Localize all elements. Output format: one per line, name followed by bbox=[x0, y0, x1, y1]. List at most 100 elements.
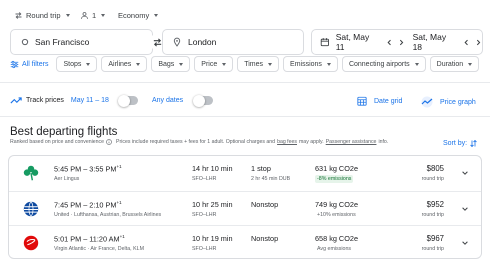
filter-icon bbox=[10, 60, 19, 68]
flight-stops: 1 stop bbox=[251, 164, 271, 173]
bag-fees-link[interactable]: bag fees bbox=[277, 139, 297, 145]
flight-price: $952 bbox=[426, 199, 444, 209]
results-title: Best departing flights bbox=[10, 126, 118, 138]
results-list: 5:45 PM – 3:55 PM+1 Aer Lingus 14 hr 10 … bbox=[8, 155, 482, 259]
grid-icon bbox=[357, 96, 367, 106]
emissions-badge: +10% emissions bbox=[317, 211, 356, 218]
chevron-left-icon[interactable] bbox=[463, 39, 470, 46]
emissions-badge: Avg emissions bbox=[317, 246, 352, 252]
chevron-down-icon bbox=[65, 14, 70, 17]
day-offset: +1 bbox=[119, 234, 125, 239]
flight-route: SFO–LHR bbox=[192, 246, 217, 252]
calendar-icon bbox=[320, 38, 329, 47]
filter-chip-price[interactable]: Price bbox=[194, 56, 234, 72]
sort-by-button[interactable]: Sort by: bbox=[443, 139, 478, 148]
track-prices-label: Track prices bbox=[26, 97, 64, 104]
cabin-class-select[interactable]: Economy bbox=[118, 11, 159, 20]
dates-field[interactable]: Sat, May 11 Sat, May 18 bbox=[311, 29, 483, 55]
track-date-range[interactable]: May 11 – 18 bbox=[71, 97, 109, 104]
divider bbox=[0, 82, 490, 83]
chevron-down-icon bbox=[154, 14, 159, 17]
swap-arrows-icon bbox=[15, 12, 22, 19]
virgin-logo-icon bbox=[23, 235, 39, 251]
chip-label: Stops bbox=[63, 60, 82, 68]
chevron-left-icon[interactable] bbox=[386, 39, 393, 46]
flight-row[interactable]: 5:45 PM – 3:55 PM+1 Aer Lingus 14 hr 10 … bbox=[9, 156, 481, 191]
filter-chip-emissions[interactable]: Emissions bbox=[283, 56, 338, 72]
date-grid-button[interactable]: Date grid bbox=[357, 96, 402, 106]
flight-route: SFO–LHR bbox=[192, 176, 217, 182]
day-offset: +1 bbox=[116, 164, 122, 169]
flight-duration: 10 hr 19 min bbox=[192, 234, 233, 243]
trend-icon bbox=[10, 97, 22, 104]
price-graph-label: Price graph bbox=[440, 98, 476, 106]
filter-bar: All filters Stops Airlines Bags Price Ti… bbox=[10, 56, 490, 72]
flight-row[interactable]: 7:45 PM – 2:10 PM+1 United · Lufthansa, … bbox=[9, 190, 481, 226]
chevron-down-icon bbox=[179, 62, 184, 66]
day-offset: +1 bbox=[116, 199, 122, 205]
passengers-select[interactable]: 1 bbox=[80, 11, 106, 20]
co2-value: 749 kg CO2e bbox=[315, 199, 358, 209]
filter-chip-connecting-airports[interactable]: Connecting airports bbox=[341, 56, 426, 72]
filter-chip-duration[interactable]: Duration bbox=[429, 56, 480, 72]
chevron-down-icon[interactable] bbox=[461, 239, 469, 247]
flight-price: $967 bbox=[426, 234, 444, 243]
chevron-down-icon bbox=[468, 62, 473, 66]
flight-times: 5:45 PM – 3:55 PM+1 bbox=[54, 164, 122, 173]
divider bbox=[0, 116, 490, 117]
chevron-down-icon[interactable] bbox=[461, 205, 469, 213]
flight-stops: Nonstop bbox=[251, 199, 279, 209]
depart-date[interactable]: Sat, May 11 bbox=[336, 32, 379, 52]
price-graph-button[interactable]: Price graph bbox=[420, 96, 476, 108]
chip-label: Times bbox=[244, 60, 264, 68]
times-text: 5:45 PM – 3:55 PM bbox=[54, 164, 117, 174]
destination-field[interactable]: London bbox=[162, 29, 304, 55]
filter-chip-bags[interactable]: Bags bbox=[151, 56, 191, 72]
price-type: round trip bbox=[421, 176, 444, 182]
chevron-down-icon[interactable] bbox=[461, 169, 469, 177]
emissions-badge: -8% emissions bbox=[315, 175, 354, 183]
info-icon[interactable] bbox=[106, 139, 112, 145]
filter-chip-times[interactable]: Times bbox=[237, 56, 280, 72]
filter-chip-stops[interactable]: Stops bbox=[56, 56, 98, 72]
any-dates-toggle[interactable] bbox=[193, 94, 214, 107]
chip-label: Emissions bbox=[290, 60, 322, 68]
sort-by-label: Sort by: bbox=[443, 140, 468, 147]
all-filters-button[interactable]: All filters bbox=[10, 60, 48, 69]
trip-type-select[interactable]: Round trip bbox=[14, 11, 70, 20]
flight-times: 7:45 PM – 2:10 PM+1 bbox=[54, 200, 122, 209]
times-text: 7:45 PM – 2:10 PM bbox=[54, 199, 117, 209]
flight-row[interactable]: 5:01 PM – 11:20 AM+1 Virgin Atlantic · A… bbox=[9, 225, 481, 260]
chevron-right-icon[interactable] bbox=[475, 39, 482, 46]
chevron-down-icon bbox=[86, 62, 91, 66]
times-text: 5:01 PM – 11:20 AM bbox=[54, 234, 120, 244]
flight-price: $805 bbox=[426, 164, 444, 173]
flight-stops: Nonstop bbox=[251, 234, 279, 243]
chevron-down-icon bbox=[268, 62, 273, 66]
any-dates-label: Any dates bbox=[152, 97, 184, 104]
filter-chip-airlines[interactable]: Airlines bbox=[101, 56, 148, 72]
passenger-assistance-link[interactable]: Passenger assistance bbox=[326, 139, 377, 145]
track-prices-toggle[interactable] bbox=[117, 94, 138, 107]
co2-value: 631 kg CO2e bbox=[315, 164, 358, 173]
chevron-right-icon[interactable] bbox=[398, 39, 405, 46]
origin-field[interactable]: San Francisco bbox=[10, 29, 153, 55]
chevron-down-icon bbox=[222, 62, 227, 66]
person-icon bbox=[81, 12, 88, 19]
all-filters-label: All filters bbox=[22, 60, 49, 68]
return-date[interactable]: Sat, May 18 bbox=[413, 32, 457, 52]
graph-icon bbox=[421, 96, 433, 108]
may-apply-text: may apply. bbox=[298, 139, 324, 145]
co2-value: 658 kg CO2e bbox=[315, 234, 358, 243]
chip-label: Connecting airports bbox=[348, 60, 410, 68]
cabin-class-label: Economy bbox=[118, 11, 150, 20]
shamrock-icon bbox=[23, 165, 39, 181]
swap-arrows-icon bbox=[153, 37, 161, 47]
flight-duration: 14 hr 10 min bbox=[192, 164, 233, 173]
price-type: round trip bbox=[421, 246, 444, 252]
price-type: round trip bbox=[421, 211, 444, 218]
origin-value: San Francisco bbox=[35, 37, 90, 47]
origin-circle-icon bbox=[21, 38, 29, 46]
trip-type-label: Round trip bbox=[26, 11, 61, 20]
flight-times: 5:01 PM – 11:20 AM+1 bbox=[54, 234, 125, 243]
